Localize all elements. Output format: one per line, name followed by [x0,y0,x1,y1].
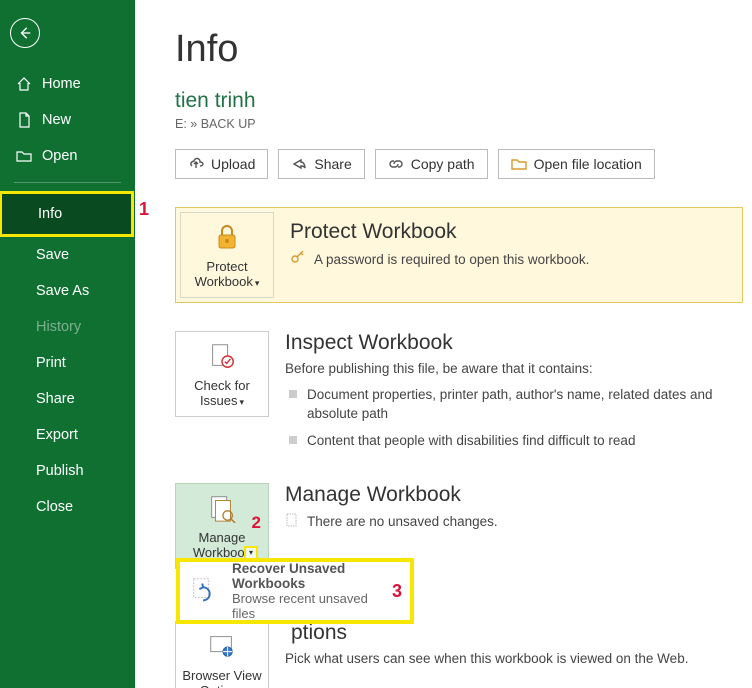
recover-title: Recover Unsaved Workbooks [232,561,388,591]
protect-workbook-button[interactable]: Protect Workbook▾ [180,212,274,298]
sidebar-item-close[interactable]: Close [0,489,135,525]
upload-icon [188,156,204,172]
sidebar-item-history: History [0,309,135,345]
sidebar-item-print[interactable]: Print [0,345,135,381]
lock-icon [211,221,243,253]
inspect-title: Inspect Workbook [285,331,752,355]
sidebar-label: New [42,112,71,128]
sidebar-label: Share [36,391,75,407]
sidebar-item-info[interactable]: Info 1 [0,191,135,237]
backstage-sidebar: Home New Open Info 1 Save Save As Histor… [0,0,135,688]
upload-button[interactable]: Upload [175,149,268,179]
annotation-2: 2 [252,513,261,533]
share-button[interactable]: Share [278,149,364,179]
sidebar-label: Save [36,247,69,263]
manage-section: Manage Workbook ▾ 2 Manage Workbook Ther… [175,483,752,569]
recover-icon [188,574,222,608]
inspect-icon [206,340,238,372]
sidebar-item-open[interactable]: Open [0,138,135,174]
sidebar-item-export[interactable]: Export [0,417,135,453]
manage-icon [206,492,238,524]
sidebar-item-new[interactable]: New [0,102,135,138]
folder-icon [511,156,527,172]
new-file-icon [16,112,32,128]
sidebar-label: Open [42,148,77,164]
sidebar-separator [14,182,121,183]
sidebar-label: Print [36,355,66,371]
copy-path-button[interactable]: Copy path [375,149,488,179]
browser-view-options-button[interactable]: Browser View Options [175,621,269,688]
recover-desc: Browse recent unsaved files [232,591,388,621]
inspect-intro: Before publishing this file, be aware th… [285,361,752,376]
back-button[interactable] [10,18,40,48]
manage-desc: There are no unsaved changes. [285,513,752,530]
home-icon [16,76,32,92]
file-path: E: » BACK UP [175,117,752,131]
folder-open-icon [16,148,32,164]
open-file-location-button[interactable]: Open file location [498,149,655,179]
sidebar-label: Close [36,499,73,515]
action-row: Upload Share Copy path Open file locatio… [175,149,752,179]
list-item: Content that people with disabilities fi… [285,428,752,455]
sidebar-item-save[interactable]: Save [0,237,135,273]
browser-view-section: Browser View Options ptions Pick what us… [175,621,752,688]
file-name: tien trinh [175,89,752,113]
protect-title: Protect Workbook [290,220,728,244]
sidebar-label: Home [42,76,81,92]
arrow-left-icon [18,26,32,40]
browser-title: ptions [285,621,752,645]
sidebar-label: History [36,319,81,335]
browser-icon [206,630,238,662]
list-item: Document properties, printer path, autho… [285,382,752,428]
share-icon [291,156,307,172]
sidebar-item-home[interactable]: Home [0,66,135,102]
manage-title: Manage Workbook [285,483,752,507]
annotation-3: 3 [392,581,402,602]
sidebar-label: Info [38,206,62,222]
page-title: Info [175,28,752,71]
inspect-section: Check for Issues▾ Inspect Workbook Befor… [175,331,752,455]
browser-desc: Pick what users can see when this workbo… [285,651,752,666]
protect-section: Protect Workbook▾ Protect Workbook A pas… [175,207,743,303]
sidebar-item-share[interactable]: Share [0,381,135,417]
check-for-issues-button[interactable]: Check for Issues▾ [175,331,269,417]
sidebar-label: Save As [36,283,89,299]
sidebar-item-saveas[interactable]: Save As [0,273,135,309]
sidebar-item-publish[interactable]: Publish [0,453,135,489]
inspect-list: Document properties, printer path, autho… [285,382,752,455]
sidebar-label: Export [36,427,78,443]
key-icon [290,250,306,269]
annotation-1: 1 [139,199,149,220]
recover-unsaved-popup[interactable]: Recover Unsaved Workbooks Browse recent … [176,558,414,624]
link-icon [388,156,404,172]
sidebar-label: Publish [36,463,84,479]
doc-icon [285,513,299,530]
protect-desc: A password is required to open this work… [290,250,728,269]
